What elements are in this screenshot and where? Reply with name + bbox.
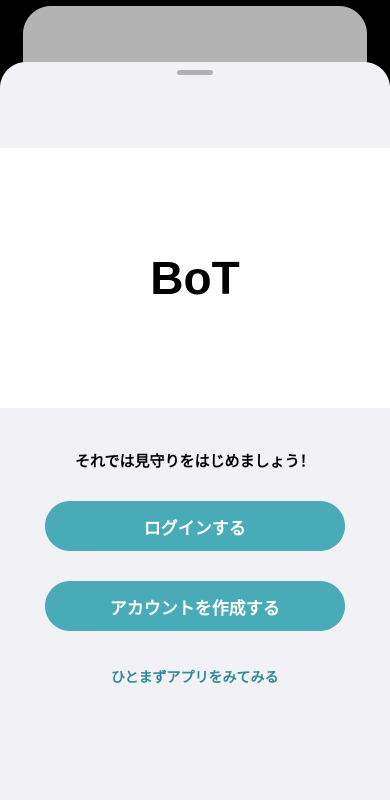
modal-sheet: BoT それでは見守りをはじめましょう！ ログインする アカウントを作成する ひ… — [0, 62, 390, 800]
try-app-link[interactable]: ひとまずアプリをみてみる — [0, 667, 390, 687]
hero-banner: BoT — [0, 148, 390, 408]
login-button[interactable]: ログインする — [45, 501, 345, 551]
tagline: それでは見守りをはじめましょう！ — [75, 452, 315, 470]
sheet-grabber-handle[interactable] — [177, 70, 213, 75]
app-logo: BoT — [150, 252, 240, 304]
create-account-button[interactable]: アカウントを作成する — [45, 581, 345, 631]
